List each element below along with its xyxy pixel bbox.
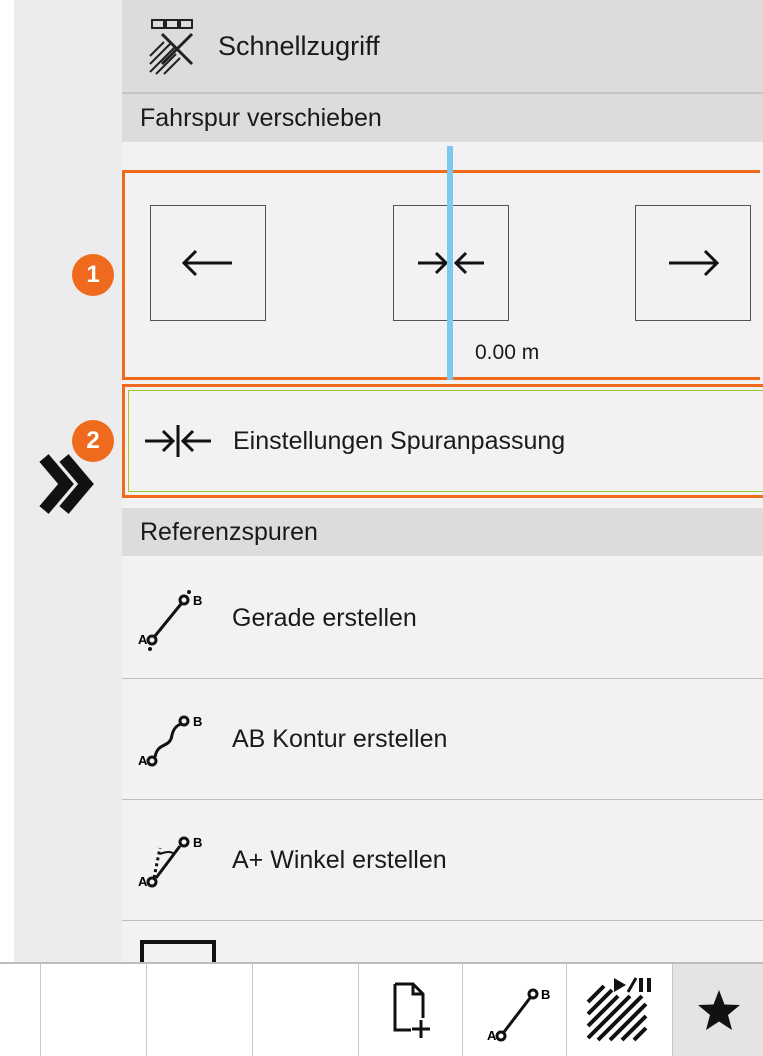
arrow-left-icon: [181, 249, 232, 277]
ab-line-icon: A B: [136, 578, 216, 658]
panel-header: Schnellzugriff: [122, 0, 763, 94]
panel-title: Schnellzugriff: [218, 30, 380, 61]
list-item-label: Gerade erstellen: [232, 603, 417, 632]
section-header-shift: Fahrspur verschieben: [122, 94, 763, 142]
toolbar-slot-empty: [40, 964, 147, 1056]
svg-text:B: B: [193, 593, 202, 608]
svg-text:B: B: [541, 987, 550, 1002]
quick-access-panel: Schnellzugriff Fahrspur verschieben 0.00…: [122, 0, 763, 962]
annotation-badge-2: 2: [72, 420, 114, 462]
annotation-badge-1: 1: [72, 254, 114, 296]
section-title-shift: Fahrspur verschieben: [140, 103, 382, 132]
record-pause-icon: [586, 977, 651, 1042]
svg-text:B: B: [193, 714, 202, 729]
quick-access-icon: [148, 16, 200, 76]
lane-guide-line: [447, 146, 453, 380]
svg-text:A: A: [138, 753, 148, 768]
adjust-settings-label: Einstellungen Spuranpassung: [233, 426, 566, 455]
toolbar-ab-line-button[interactable]: A B: [462, 964, 567, 1056]
ab-contour-icon: A B: [136, 699, 216, 779]
shift-left-button[interactable]: [150, 205, 266, 321]
list-item-ab-contour[interactable]: A B AB Kontur erstellen: [122, 679, 763, 800]
lane-adjust-settings-row[interactable]: Einstellungen Spuranpassung: [122, 384, 763, 498]
shift-offset-value: 0.00 m: [475, 341, 540, 364]
svg-text:A: A: [138, 632, 148, 647]
list-item-label: A+ Winkel erstellen: [232, 845, 447, 874]
shift-right-button[interactable]: [635, 205, 751, 321]
a-plus-angle-icon: A B: [136, 820, 216, 900]
section-header-reference: Referenzspuren: [122, 508, 763, 556]
favorites-star-icon: [697, 990, 740, 1030]
list-item-a-plus-angle[interactable]: A B A+ Winkel erstellen: [122, 800, 763, 921]
list-item-label: AB Kontur erstellen: [232, 724, 448, 753]
svg-text:B: B: [193, 835, 202, 850]
toolbar-slot-empty: [252, 964, 359, 1056]
new-document-icon: [393, 982, 430, 1038]
toolbar-favorites-button[interactable]: [672, 964, 763, 1056]
list-item-straight-line[interactable]: A B Gerade erstellen: [122, 558, 763, 679]
toolbar-new-button[interactable]: [358, 964, 463, 1056]
svg-text:A: A: [138, 874, 148, 889]
toolbar-record-button[interactable]: [566, 964, 673, 1056]
toolbar-slot-empty: [146, 964, 253, 1056]
ab-line-icon: A B: [487, 987, 550, 1043]
list-item-partial: [140, 940, 220, 962]
arrow-right-icon: [669, 249, 720, 277]
lane-shift-controls: 0.00 m: [122, 170, 760, 380]
section-title-reference: Referenzspuren: [140, 517, 318, 546]
svg-text:A: A: [487, 1028, 497, 1043]
bottom-toolbar: A B: [0, 962, 763, 1056]
center-arrows-icon: [139, 421, 219, 461]
expand-chevron-icon[interactable]: [38, 452, 94, 516]
